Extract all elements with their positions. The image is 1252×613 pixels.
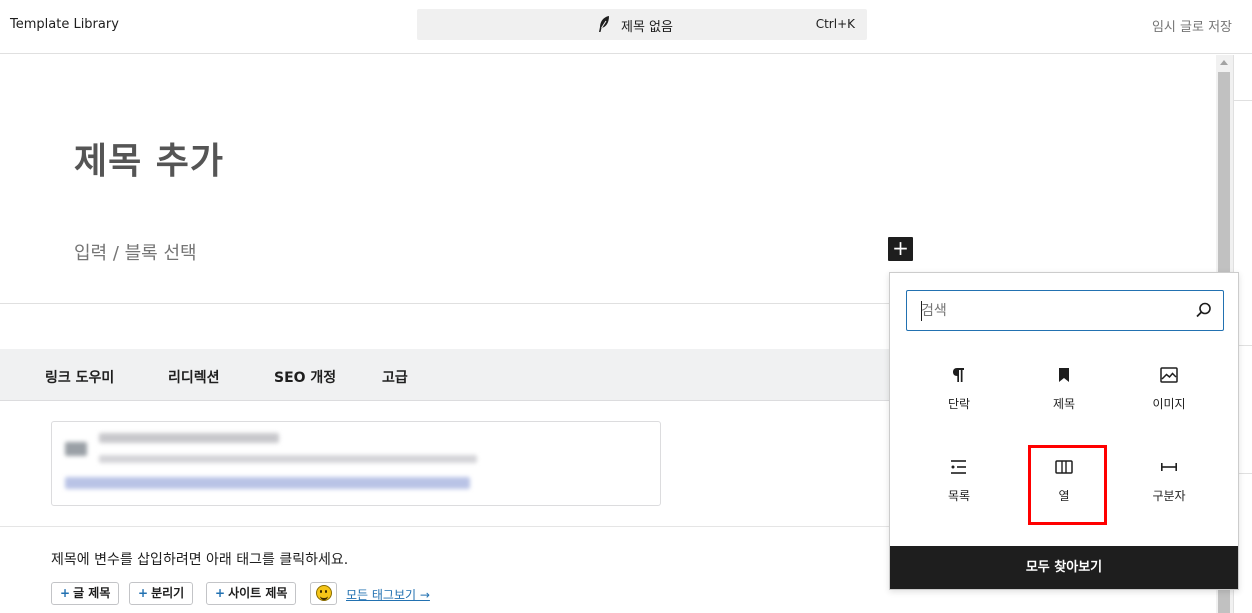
search-icon xyxy=(1196,302,1211,318)
command-palette-bar[interactable]: 제목 없음 Ctrl+K xyxy=(417,9,867,40)
shortcut-hint: Ctrl+K xyxy=(815,17,855,31)
list-icon xyxy=(951,460,966,474)
block-label: 이미지 xyxy=(1152,397,1186,411)
block-label: 제목 xyxy=(1052,397,1076,411)
post-title-field[interactable]: 제목 추가 xyxy=(74,132,224,184)
view-all-tags-link[interactable]: 모든 태그보기 → xyxy=(346,586,430,603)
paragraph-icon xyxy=(953,368,964,382)
snippet-preview[interactable] xyxy=(51,421,661,506)
browse-all-button[interactable]: 모두 찾아보기 xyxy=(890,546,1238,589)
block-image[interactable]: 이미지 xyxy=(1130,353,1208,433)
title-blur xyxy=(65,477,470,489)
save-draft-button[interactable]: 임시 글로 저장 xyxy=(1152,16,1232,35)
image-icon xyxy=(1160,367,1178,383)
block-placeholder[interactable]: 입력 / 블록 선택 xyxy=(74,239,197,265)
smiley-icon xyxy=(316,585,332,601)
tag-instructions: 제목에 변수를 삽입하려면 아래 태그를 클릭하세요. xyxy=(51,552,349,568)
block-inserter-toggle[interactable]: + xyxy=(888,237,913,261)
tag-label: 사이트 제목 xyxy=(228,586,288,600)
tab-advanced[interactable]: 고급 xyxy=(382,367,408,387)
tab-link-assistant[interactable]: 링크 도우미 xyxy=(45,367,114,387)
highlight-box xyxy=(1028,445,1107,525)
scroll-up-icon[interactable] xyxy=(1220,60,1228,65)
post-title-indicator: 제목 없음 xyxy=(621,20,673,35)
app-title: Template Library xyxy=(10,17,119,32)
block-label: 단락 xyxy=(947,397,971,411)
favicon-blur xyxy=(65,442,87,456)
plus-icon: + xyxy=(215,586,226,600)
tag-label: 분리기 xyxy=(151,586,185,600)
tab-seo-revisions[interactable]: SEO 개정 xyxy=(274,367,336,387)
tag-separator-button[interactable]: + 분리기 xyxy=(129,582,194,605)
emoji-button[interactable] xyxy=(310,582,337,605)
block-heading[interactable]: 제목 xyxy=(1025,353,1103,433)
block-inserter-popover: 단락 제목 이미지 목록 열 xyxy=(889,272,1239,590)
bookmark-icon xyxy=(1059,368,1069,382)
editor-header: Template Library 제목 없음 Ctrl+K 임시 글로 저장 xyxy=(0,0,1252,54)
separator-icon xyxy=(1161,463,1177,471)
block-label: 목록 xyxy=(947,489,971,503)
url-blur xyxy=(99,455,477,463)
tab-redirects[interactable]: 리디렉션 xyxy=(168,367,220,387)
plus-icon: + xyxy=(60,586,71,600)
feather-icon xyxy=(599,16,609,32)
block-search-input[interactable] xyxy=(921,301,1181,321)
sidebar-divider xyxy=(1234,100,1252,101)
tag-site-title-button[interactable]: + 사이트 제목 xyxy=(206,582,297,605)
block-paragraph[interactable]: 단락 xyxy=(920,353,998,433)
block-label: 구분자 xyxy=(1152,489,1186,503)
tag-label: 글 제목 xyxy=(73,586,111,600)
block-list[interactable]: 목록 xyxy=(920,445,998,525)
block-separator[interactable]: 구분자 xyxy=(1130,445,1208,525)
site-name-blur xyxy=(99,433,279,443)
tag-post-title-button[interactable]: + 글 제목 xyxy=(51,582,120,605)
plus-icon: + xyxy=(138,586,149,600)
block-search-field[interactable] xyxy=(906,290,1224,331)
